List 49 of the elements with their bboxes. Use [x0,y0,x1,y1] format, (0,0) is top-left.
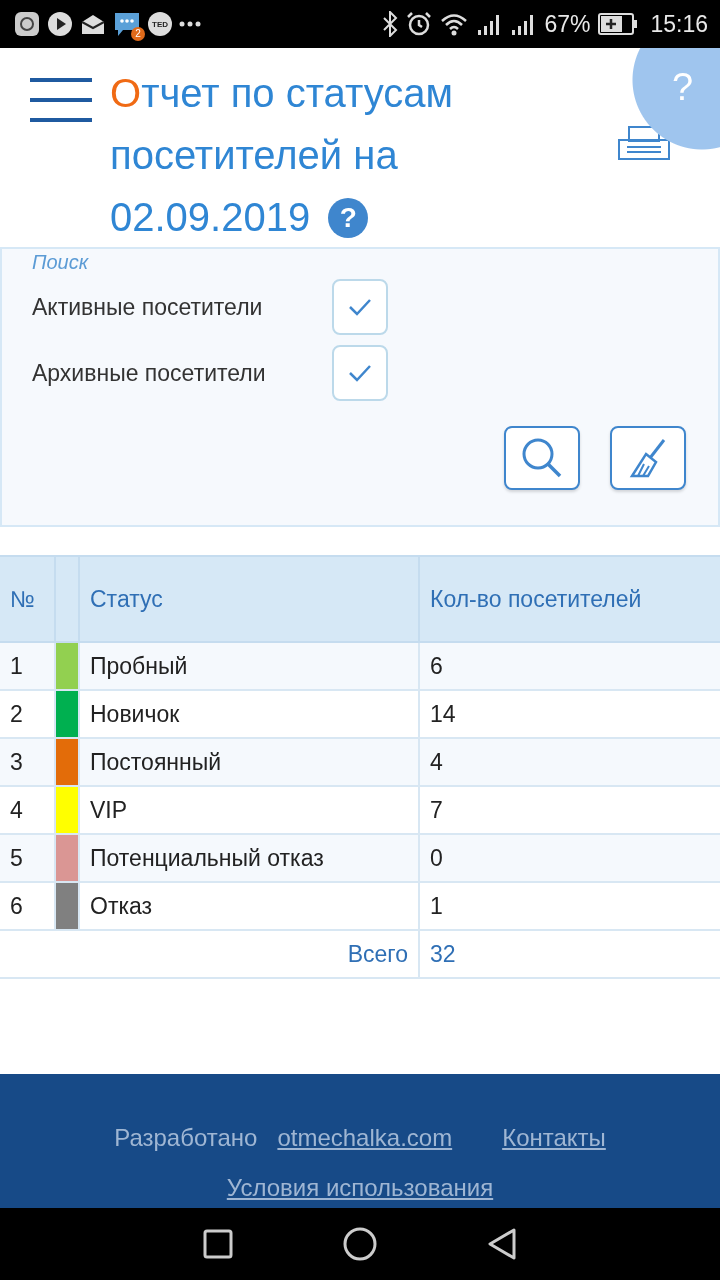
table-cell: 1 [0,642,55,690]
printer-icon[interactable] [617,126,671,160]
table-cell: 6 [419,642,720,690]
table-cell: 4 [419,738,720,786]
table-cell: Потенциальный отказ [79,834,419,882]
table-cell: 0 [419,834,720,882]
back-icon[interactable] [487,1228,517,1260]
total-value: 32 [419,930,720,978]
filter-label: Архивные посетители [32,359,267,387]
notification-badge: 2 [131,27,145,41]
recents-icon[interactable] [203,1229,233,1259]
battery-icon [598,13,639,35]
battery-percent: 67% [544,10,591,38]
table-cell: 1 [419,882,720,930]
clear-button[interactable] [610,426,686,490]
search-legend: Поиск [32,251,688,274]
alarm-icon [406,11,433,37]
help-icon[interactable]: ? [328,198,369,238]
table-cell: Постоянный [79,738,419,786]
table-cell: 3 [0,738,55,786]
search-icon [520,436,564,480]
play-icon [47,11,73,37]
bluetooth-icon [382,11,399,37]
ted-icon: TED [148,12,172,36]
home-icon[interactable] [343,1227,377,1261]
mail-icon [80,12,106,36]
filter-label: Активные посетители [32,293,264,321]
menu-icon[interactable] [30,78,92,122]
site-link[interactable]: otmechalka.com [277,1124,453,1152]
clock: 15:16 [650,10,708,38]
column-header: Кол-во посетителей [419,556,720,642]
column-header: № [0,556,55,642]
total-label: Всего [0,930,419,978]
table-cell: Отказ [79,882,419,930]
page-title: Отчет по статусам посетителей на 02.09.2019 ? [110,70,454,235]
developed-by-text: Разработано [114,1124,258,1152]
contacts-link[interactable]: Контакты [502,1124,606,1152]
checkbox[interactable] [332,279,388,335]
search-button[interactable] [504,426,580,490]
check-icon [348,298,372,316]
wifi-icon [440,12,469,36]
check-icon [348,364,372,382]
app-icon [14,11,40,37]
more-icon [179,21,201,27]
table-cell: Пробный [79,642,419,690]
table-cell: 5 [0,834,55,882]
checkbox[interactable] [332,345,388,401]
column-header: Статус [79,556,419,642]
terms-link[interactable]: Условия использования [226,1174,494,1202]
